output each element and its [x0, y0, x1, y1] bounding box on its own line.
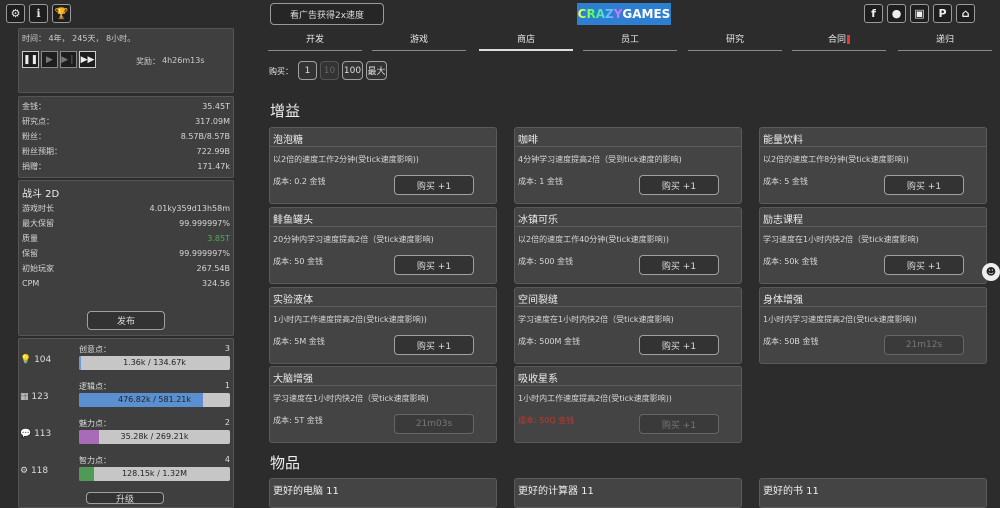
tab-contract[interactable]: 合同 — [792, 31, 886, 51]
reward-label: 奖励： — [136, 57, 160, 66]
buy-button[interactable]: 购买 +1 — [639, 335, 719, 355]
stat-research: 研究点： 317.09M — [22, 117, 230, 126]
item-card: 更好的计算器 11 — [514, 478, 742, 508]
stat-donations: 捐赠： 171.47k — [22, 162, 230, 171]
buy-label: 购买： — [269, 67, 293, 76]
card-brain-enhance: 大脑增强 学习速度在1小时内快2倍（受tick速度影响) 成本: 5T 金钱 21m0… — [269, 366, 497, 443]
home-icon[interactable]: ⌂ — [956, 4, 975, 23]
card-iced-cola: 冰镇可乐 以2倍的速度工作40分钟(受tick速度影响)) 成本: 500 金钱 购买… — [514, 207, 742, 284]
lightbulb-icon: 💡 104 — [20, 355, 52, 365]
tab-research[interactable]: 研究 — [688, 31, 782, 51]
card-absorb-galaxy: 吸收星系 1小时内工作速度提高2倍(受tick速度影响)) 成本: 50Q 金钱 购买… — [514, 366, 742, 443]
card-experimental-liquid: 实验液体 1小时内工作速度提高2倍(受tick速度影响)) 成本: 5M 金钱 购买 … — [269, 287, 497, 364]
item-card: 更好的书 11 — [759, 478, 987, 508]
buy-button[interactable]: 购买 +1 — [639, 255, 719, 275]
game-row: 初始玩家 267.54B — [22, 264, 230, 273]
stat-fans: 粉丝： 8.57B/8.57B — [22, 132, 230, 141]
game-row: 最大保留 99.999997% — [22, 219, 230, 228]
paypal-icon[interactable]: P — [933, 4, 952, 23]
next-icon[interactable]: ▶❘ — [60, 51, 77, 68]
logo-games: GAMES — [622, 7, 671, 21]
side-widget-icon[interactable]: ☻ — [982, 263, 1000, 281]
buy-qty-1[interactable]: 1 — [298, 61, 317, 80]
buy-qty-max[interactable]: 最大 — [366, 61, 387, 80]
game-title: 战斗 2D — [22, 189, 60, 200]
stat-money: 金钱： 35.45T — [22, 102, 230, 111]
tab-shop[interactable]: 商店 — [479, 31, 573, 51]
tab-game[interactable]: 游戏 — [372, 31, 466, 51]
item-card: 更好的电脑 11 — [269, 478, 497, 508]
buy-button[interactable]: 购买 +1 — [394, 335, 474, 355]
pause-icon[interactable]: ❚❚ — [22, 51, 39, 68]
ad-speed-button[interactable]: 看广告获得2x速度 — [270, 3, 384, 25]
game-row: 质量 3.85T — [22, 234, 230, 243]
section-items: 物品 — [270, 454, 301, 472]
card-bubblegum: 泡泡糖 以2倍的速度工作2分钟(受tick速度影响)) 成本: 0.2 金钱 购买 +… — [269, 127, 497, 204]
card-body-enhance: 身体增强 1小时内学习速度提高2倍(受tick速度影响)) 成本: 50B 金钱 21… — [759, 287, 987, 364]
reward-value: 4h26m13s — [162, 56, 205, 65]
display-icon[interactable]: ▣ — [910, 4, 929, 23]
card-space-rift: 空间裂缝 学习速度在1小时内快2倍（受tick速度影响) 成本: 500M 金钱 购买… — [514, 287, 742, 364]
buy-button[interactable]: 购买 +1 — [394, 175, 474, 195]
buy-qty-100[interactable]: 100 — [342, 61, 363, 80]
stat-fans-expected: 粉丝预期： 722.99B — [22, 147, 230, 156]
resource-creativity: 💡 104 创意点： 3 1.36k / 134.67k — [20, 344, 232, 374]
progress-bar: 1.36k / 134.67k — [79, 356, 230, 370]
logo-crazy: CRAZY — [577, 7, 623, 21]
game-row: 保留 99.999997% — [22, 249, 230, 258]
tab-recursion[interactable]: 递归 — [898, 31, 992, 51]
buy-button[interactable]: 购买 +1 — [639, 175, 719, 195]
play-icon[interactable]: ▶ — [41, 51, 58, 68]
resource-charm: 💬 113 魅力点： 2 35.28k / 269.21k — [20, 418, 232, 448]
cooldown-button[interactable]: 21m12s — [884, 335, 964, 355]
card-herring: 鲱鱼罐头 20分钟内学习速度提高2倍（受tick速度影响) 成本: 50 金钱 购买 … — [269, 207, 497, 284]
buy-button[interactable]: 购买 +1 — [884, 255, 964, 275]
card-energy-drink: 能量饮料 以2倍的速度工作8分钟(受tick速度影响)) 成本: 5 金钱 购买 +1 — [759, 127, 987, 204]
upgrade-button[interactable]: 升级 — [86, 492, 164, 505]
buy-button[interactable]: 购买 +1 — [394, 255, 474, 275]
buy-button-disabled[interactable]: 购买 +1 — [639, 414, 719, 434]
calculator-icon: ▦ 123 — [20, 392, 49, 402]
tab-develop[interactable]: 开发 — [268, 31, 362, 51]
alert-badge — [847, 35, 850, 44]
card-motivation-course: 励志课程 学习速度在1小时内快2倍（受tick速度影响) 成本: 50k 金钱 购买 … — [759, 207, 987, 284]
reddit-icon[interactable]: ● — [887, 4, 906, 23]
chat-icon: 💬 113 — [20, 429, 52, 439]
crazygames-logo[interactable]: CRAZY GAMES — [577, 3, 671, 25]
time-text: 时间： 4年， 245天， 8小时。 — [22, 34, 136, 43]
tab-staff[interactable]: 员工 — [583, 31, 677, 51]
resource-logic: ▦ 123 逻辑点： 1 476.82k / 581.21k — [20, 381, 232, 411]
gear-icon[interactable]: ⚙ — [6, 4, 25, 23]
facebook-icon[interactable]: f — [864, 4, 883, 23]
cooldown-button[interactable]: 21m03s — [394, 414, 474, 434]
resource-intelligence: ⚙ 118 智力点： 4 128.15k / 1.32M — [20, 455, 232, 485]
time-panel: 时间： 4年， 245天， 8小时。 ❚❚ ▶ ▶❘ ▶▶ 奖励： 4h26m1… — [18, 28, 234, 93]
game-row: CPM 324.56 — [22, 279, 230, 288]
progress-bar: 476.82k / 581.21k — [79, 393, 230, 407]
gear-brain-icon: ⚙ 118 — [20, 466, 49, 476]
trophy-icon[interactable]: 🏆 — [52, 4, 71, 23]
publish-button[interactable]: 发布 — [87, 311, 165, 330]
game-panel: 战斗 2D 游戏时长 4.01ky359d13h58m 最大保留 99.999997… — [18, 180, 234, 336]
progress-bar: 128.15k / 1.32M — [79, 467, 230, 481]
buy-button[interactable]: 购买 +1 — [884, 175, 964, 195]
game-row: 游戏时长 4.01ky359d13h58m — [22, 204, 230, 213]
stats-panel: 金钱： 35.45T 研究点： 317.09M 粉丝： 8.57B/8.57B 粉丝预… — [18, 96, 234, 178]
info-icon[interactable]: ℹ — [29, 4, 48, 23]
fast-forward-icon[interactable]: ▶▶ — [79, 51, 96, 68]
card-coffee: 咖啡 4分钟学习速度提高2倍（受到tick速度的影响) 成本: 1 金钱 购买 +1 — [514, 127, 742, 204]
progress-bar: 35.28k / 269.21k — [79, 430, 230, 444]
buy-qty-10[interactable]: 10 — [320, 61, 339, 80]
speed-controls: ❚❚ ▶ ▶❘ ▶▶ — [22, 51, 98, 68]
section-boosts: 增益 — [270, 102, 301, 120]
